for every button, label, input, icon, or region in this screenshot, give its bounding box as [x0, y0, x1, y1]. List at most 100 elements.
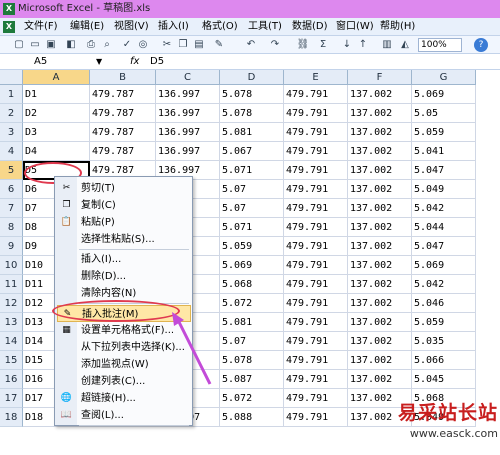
row-header-15[interactable]: 15	[0, 351, 23, 370]
row-header-5[interactable]: 5	[0, 161, 23, 180]
sort-ascending-icon[interactable]: ↓	[340, 38, 354, 52]
select-all-corner[interactable]	[0, 70, 23, 85]
cell-f2[interactable]: 137.002	[348, 104, 412, 123]
cell-f1[interactable]: 137.002	[348, 85, 412, 104]
context-menu-scissors[interactable]: ✂ 剪切(T)	[57, 180, 191, 197]
menu-tools[interactable]: 工具(T)	[248, 18, 282, 36]
row-header-10[interactable]: 10	[0, 256, 23, 275]
formula-input[interactable]: D5	[150, 55, 250, 68]
cell-g8[interactable]: 5.044	[412, 218, 476, 237]
cell-f6[interactable]: 137.002	[348, 180, 412, 199]
cell-c3[interactable]: 136.997	[156, 123, 220, 142]
new-icon[interactable]: ▢	[12, 38, 26, 52]
cell-e18[interactable]: 479.791	[284, 408, 348, 427]
context-menu-item-4[interactable]: 选择性粘贴(S)...	[57, 231, 191, 248]
menu-insert[interactable]: 插入(I)	[158, 18, 189, 36]
cell-b2[interactable]: 479.787	[90, 104, 156, 123]
column-header-f[interactable]: F	[348, 70, 412, 85]
cell-f14[interactable]: 137.002	[348, 332, 412, 351]
context-menu-copy[interactable]: ❐ 复制(C)	[57, 197, 191, 214]
row-header-16[interactable]: 16	[0, 370, 23, 389]
context-menu-hyperlink[interactable]: 🌐 超链接(H)...	[57, 390, 191, 407]
cell-e12[interactable]: 479.791	[284, 294, 348, 313]
menu-view[interactable]: 视图(V)	[114, 18, 149, 36]
sort-descending-icon[interactable]: ↑	[356, 38, 370, 52]
row-header-9[interactable]: 9	[0, 237, 23, 256]
cell-a3[interactable]: D3	[23, 123, 90, 142]
cell-e11[interactable]: 479.791	[284, 275, 348, 294]
row-header-7[interactable]: 7	[0, 199, 23, 218]
menu-edit[interactable]: 编辑(E)	[70, 18, 104, 36]
menu-data[interactable]: 数据(D)	[292, 18, 328, 36]
format-painter-icon[interactable]: ✎	[212, 38, 226, 52]
menu-window[interactable]: 窗口(W)	[336, 18, 374, 36]
print-preview-icon[interactable]: ⌕	[100, 38, 114, 52]
cut-icon[interactable]: ✂	[160, 38, 174, 52]
column-header-d[interactable]: D	[220, 70, 284, 85]
cell-g10[interactable]: 5.069	[412, 256, 476, 275]
row-header-13[interactable]: 13	[0, 313, 23, 332]
column-header-g[interactable]: G	[412, 70, 476, 85]
cell-c4[interactable]: 136.997	[156, 142, 220, 161]
cell-f9[interactable]: 137.002	[348, 237, 412, 256]
cell-d10[interactable]: 5.069	[220, 256, 284, 275]
cell-a2[interactable]: D2	[23, 104, 90, 123]
spelling-icon[interactable]: ✓	[120, 38, 134, 52]
context-menu-paste[interactable]: 📋 粘贴(P)	[57, 214, 191, 231]
hyperlink-icon[interactable]: ⛓	[296, 38, 310, 52]
open-icon[interactable]: ▭	[28, 38, 42, 52]
cell-e9[interactable]: 479.791	[284, 237, 348, 256]
help-icon[interactable]: ?	[474, 38, 488, 52]
cell-b3[interactable]: 479.787	[90, 123, 156, 142]
autosum-icon[interactable]: Σ	[316, 38, 330, 52]
cell-f16[interactable]: 137.002	[348, 370, 412, 389]
permission-icon[interactable]: ◧	[64, 38, 78, 52]
cell-f12[interactable]: 137.002	[348, 294, 412, 313]
cell-e16[interactable]: 479.791	[284, 370, 348, 389]
row-header-2[interactable]: 2	[0, 104, 23, 123]
chevron-down-icon[interactable]: ▼	[96, 55, 106, 68]
cell-d5[interactable]: 5.071	[220, 161, 284, 180]
print-icon[interactable]: ⎙	[84, 38, 98, 52]
cell-a4[interactable]: D4	[23, 142, 90, 161]
cell-g3[interactable]: 5.059	[412, 123, 476, 142]
column-header-b[interactable]: B	[90, 70, 156, 85]
cell-e15[interactable]: 479.791	[284, 351, 348, 370]
cell-e17[interactable]: 479.791	[284, 389, 348, 408]
name-box[interactable]: A5	[34, 55, 94, 68]
cell-g15[interactable]: 5.066	[412, 351, 476, 370]
context-menu-item-5[interactable]: 插入(I)...	[57, 251, 191, 268]
cell-e5[interactable]: 479.791	[284, 161, 348, 180]
cell-e3[interactable]: 479.791	[284, 123, 348, 142]
cell-d3[interactable]: 5.081	[220, 123, 284, 142]
cell-g16[interactable]: 5.045	[412, 370, 476, 389]
column-header-a[interactable]: A	[23, 70, 90, 85]
column-header-c[interactable]: C	[156, 70, 220, 85]
cell-d8[interactable]: 5.071	[220, 218, 284, 237]
cell-f5[interactable]: 137.002	[348, 161, 412, 180]
chart-icon[interactable]: ▥	[380, 38, 394, 52]
cell-f11[interactable]: 137.002	[348, 275, 412, 294]
row-header-3[interactable]: 3	[0, 123, 23, 142]
cell-e14[interactable]: 479.791	[284, 332, 348, 351]
workbook-icon[interactable]: X	[3, 21, 15, 33]
context-menu-item-6[interactable]: 删除(D)...	[57, 268, 191, 285]
cell-f10[interactable]: 137.002	[348, 256, 412, 275]
menu-format[interactable]: 格式(O)	[202, 18, 238, 36]
cell-g2[interactable]: 5.05	[412, 104, 476, 123]
redo-icon[interactable]: ↷	[268, 38, 282, 52]
menu-help[interactable]: 帮助(H)	[380, 18, 415, 36]
cell-g12[interactable]: 5.046	[412, 294, 476, 313]
cell-e10[interactable]: 479.791	[284, 256, 348, 275]
cell-d2[interactable]: 5.078	[220, 104, 284, 123]
cell-f15[interactable]: 137.002	[348, 351, 412, 370]
cell-g1[interactable]: 5.069	[412, 85, 476, 104]
row-header-8[interactable]: 8	[0, 218, 23, 237]
row-header-14[interactable]: 14	[0, 332, 23, 351]
copy-icon[interactable]: ❐	[176, 38, 190, 52]
row-header-1[interactable]: 1	[0, 85, 23, 104]
cell-e13[interactable]: 479.791	[284, 313, 348, 332]
cell-e6[interactable]: 479.791	[284, 180, 348, 199]
cell-f7[interactable]: 137.002	[348, 199, 412, 218]
context-menu-lookup[interactable]: 📖 查阅(L)...	[57, 407, 191, 424]
